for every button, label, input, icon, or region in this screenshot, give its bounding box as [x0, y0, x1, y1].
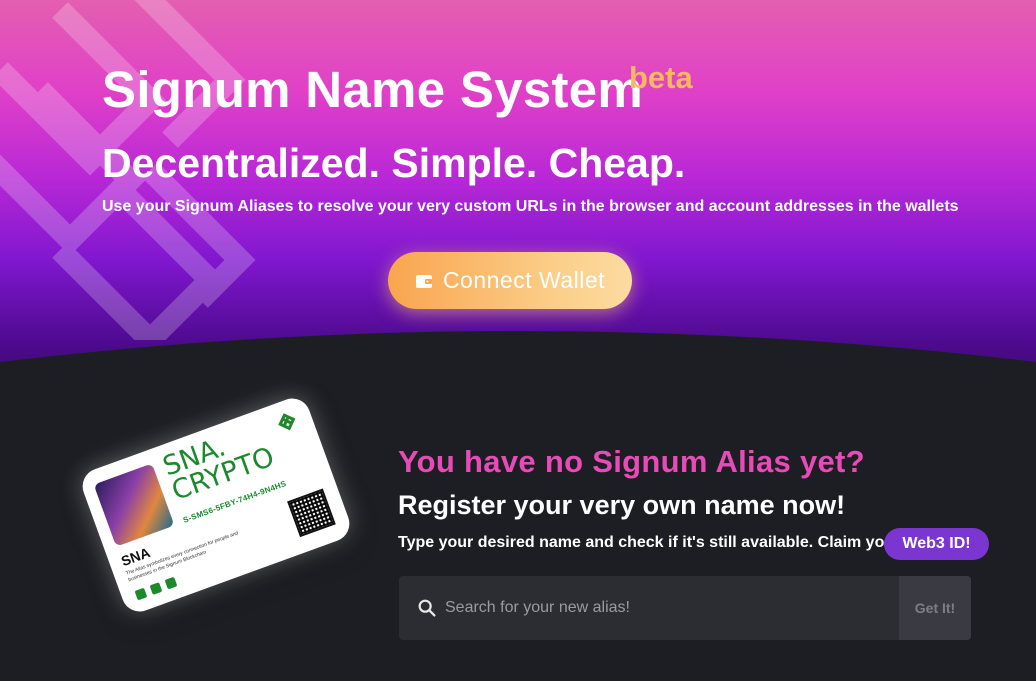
register-description: Type your desired name and check if it's… [398, 534, 901, 551]
wallet-icon [415, 274, 432, 288]
search-icon [418, 599, 436, 617]
youtube-icon [149, 582, 163, 595]
qr-code [287, 488, 336, 538]
page-title: Signum Name System [102, 61, 644, 118]
beta-badge: beta [629, 60, 693, 95]
hero-tagline: Use your Signum Aliases to resolve your … [102, 198, 959, 215]
alias-card-illustration: SNA. CRYPTO S-SMS6-5FBY-74H4-9N4HS SNA T… [77, 393, 355, 617]
github-icon [134, 587, 148, 601]
web3-id-badge: Web3 ID! [884, 528, 989, 560]
alias-search-box: Get It! [399, 576, 971, 640]
alias-search-input[interactable] [445, 576, 895, 640]
twitter-icon [164, 576, 178, 590]
register-subheading: Register your very own name now! [398, 490, 846, 520]
alias-card: SNA. CRYPTO S-SMS6-5FBY-74H4-9N4HS SNA T… [77, 393, 355, 617]
connect-wallet-label: Connect Wallet [442, 267, 606, 293]
hero-subtitle: Decentralized. Simple. Cheap. [102, 140, 686, 186]
register-heading: You have no Signum Alias yet? [398, 444, 865, 479]
card-social-icons [134, 576, 178, 601]
connect-wallet-button[interactable]: Connect Wallet [388, 252, 632, 309]
get-it-button[interactable]: Get It! [899, 576, 971, 640]
card-avatar [93, 463, 175, 547]
